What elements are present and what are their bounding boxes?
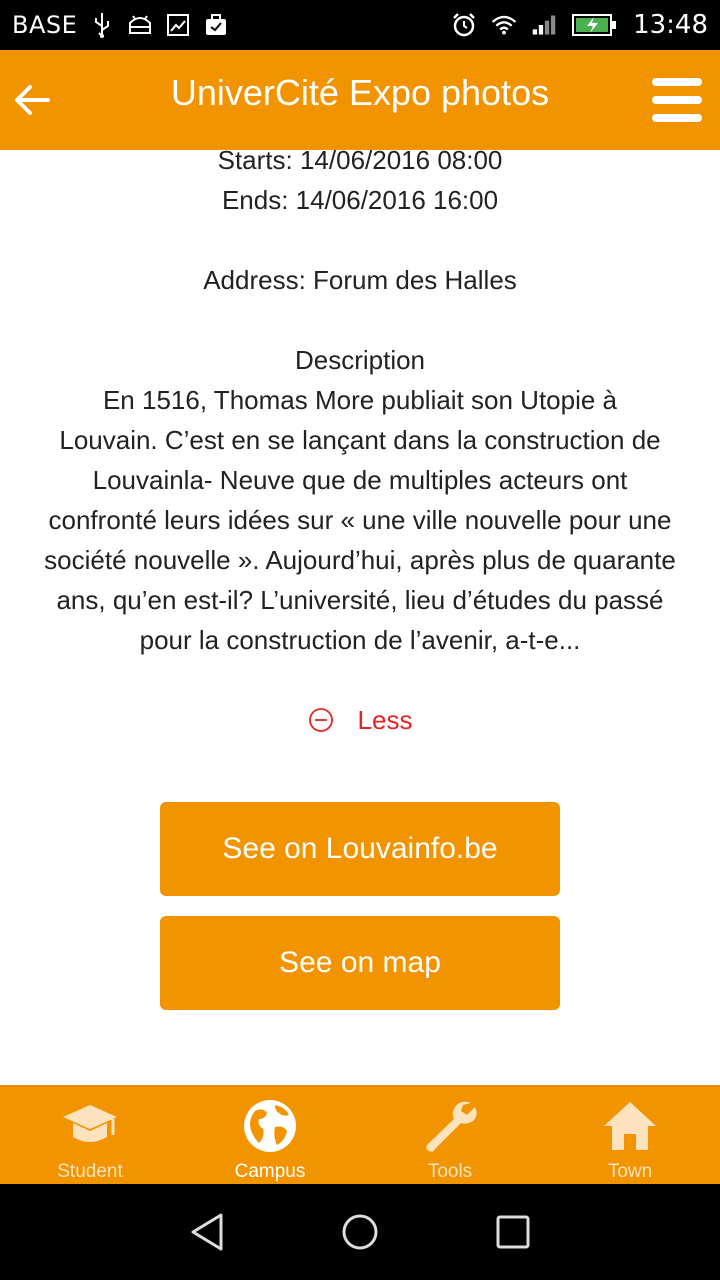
bag-check-icon [203, 12, 229, 38]
nav-label: Campus [234, 1161, 306, 1182]
see-on-louvainfo-button[interactable]: See on Louvainfo.be [160, 802, 560, 896]
nav-item-campus[interactable]: Campus [180, 1087, 360, 1184]
event-description: En 1516, Thomas More publiait son Utopie… [0, 380, 720, 660]
nav-item-student[interactable]: Student [0, 1087, 180, 1184]
image-icon [165, 12, 191, 38]
page-title: UniverCité Expo photos [170, 72, 550, 113]
nav-item-tools[interactable]: Tools [360, 1087, 540, 1184]
description-line: pour la construction de l’avenir, a-t-e.… [139, 625, 581, 655]
wifi-icon [491, 12, 517, 38]
nav-item-town[interactable]: Town [540, 1087, 720, 1184]
carrier-name: BASE [12, 11, 78, 39]
alarm-icon [451, 12, 477, 38]
signal-icon [531, 12, 557, 38]
wrench-icon [420, 1097, 480, 1155]
event-starts: Starts: 14/06/2016 08:00 [217, 145, 503, 175]
event-ends: Ends: 14/06/2016 16:00 [221, 185, 499, 215]
system-home-button[interactable] [338, 1210, 382, 1254]
home-icon [600, 1097, 660, 1155]
description-line: ans, qu’en est-il? L’université, lieu d’… [56, 585, 664, 615]
back-button[interactable] [12, 80, 52, 120]
arrow-left-icon [15, 85, 50, 115]
graduation-cap-icon [60, 1097, 120, 1155]
event-details: Starts: 14/06/2016 08:00 Ends: 14/06/201… [0, 145, 720, 1085]
status-left: BASE [12, 11, 451, 39]
nav-label: Tools [427, 1161, 473, 1182]
bottom-nav: Student Campus Tools Town [0, 1085, 720, 1184]
description-line: En 1516, Thomas More publiait son Utopie… [102, 385, 618, 415]
description-heading: Description [294, 345, 426, 375]
nav-label: Town [607, 1161, 653, 1182]
clock: 13:48 [633, 10, 708, 40]
android-icon [127, 12, 153, 38]
system-recents-button[interactable] [491, 1210, 535, 1254]
hamburger-menu-icon[interactable] [652, 78, 702, 122]
see-on-map-button[interactable]: See on map [160, 916, 560, 1010]
event-address: Address: Forum des Halles [203, 265, 517, 295]
description-line: société nouvelle ». Aujourd’hui, après p… [44, 545, 676, 575]
description-line: Louvainla- Neuve que de multiples acteur… [92, 465, 628, 495]
description-line: Louvain. C’est en se lançant dans la con… [59, 425, 661, 455]
less-toggle[interactable]: Less [0, 700, 720, 740]
minus-circle-icon [308, 708, 333, 732]
triangle-back-icon [191, 1213, 223, 1251]
nav-label: Student [57, 1161, 123, 1182]
description-line: confronté leurs idées sur « une ville no… [48, 505, 672, 535]
less-label: Less [357, 705, 413, 735]
status-bar: BASE 13:48 [0, 0, 720, 50]
square-recents-icon [496, 1215, 530, 1249]
usb-icon [89, 12, 115, 38]
status-right: 13:48 [451, 10, 708, 40]
battery-charging-icon [571, 12, 619, 38]
circle-home-icon [342, 1214, 378, 1250]
app-header: UniverCité Expo photos [0, 50, 720, 150]
system-back-button[interactable] [185, 1210, 229, 1254]
globe-icon [240, 1097, 300, 1155]
system-nav-bar [0, 1184, 720, 1280]
